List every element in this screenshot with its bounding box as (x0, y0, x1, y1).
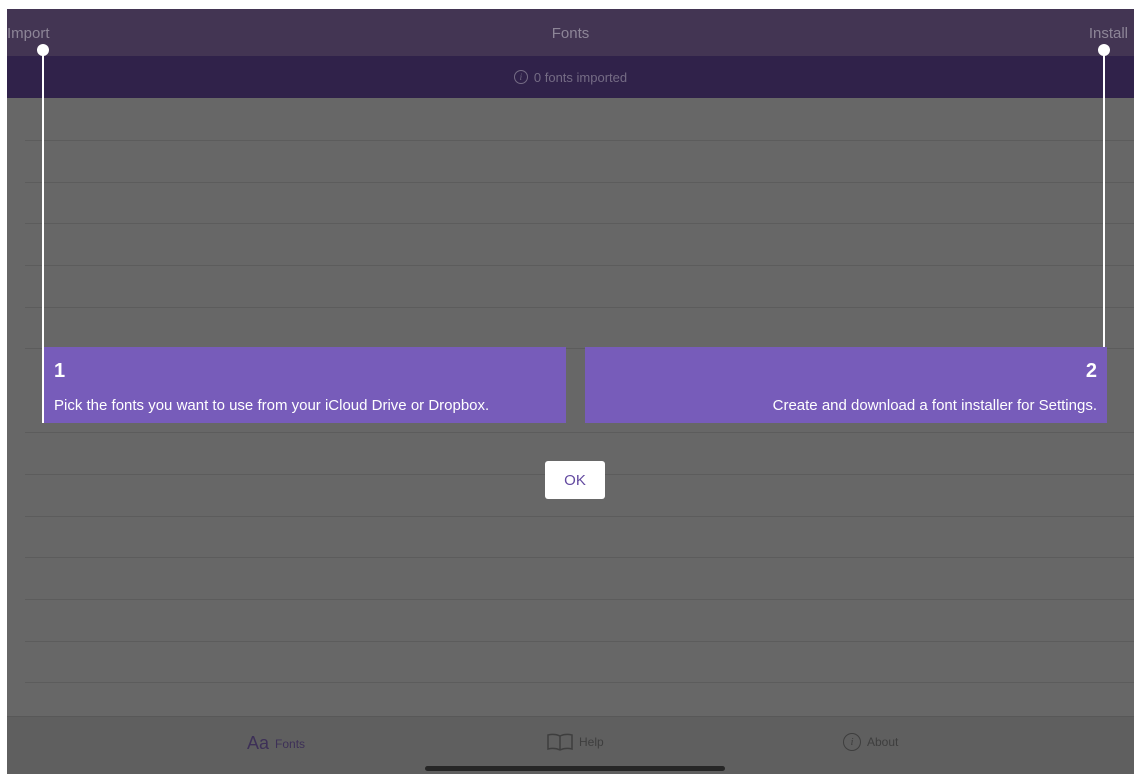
tab-help-label: Help (579, 735, 604, 749)
navigation-bar: Import Fonts Install (7, 9, 1134, 56)
list-divider (25, 307, 1134, 308)
list-divider (25, 432, 1134, 433)
step-2-number: 2 (1085, 360, 1097, 382)
book-icon (547, 733, 573, 751)
list-divider (25, 265, 1134, 266)
tab-about[interactable]: i About (843, 733, 898, 751)
home-indicator[interactable] (425, 766, 725, 771)
page-title: Fonts (551, 25, 590, 42)
tab-fonts-label: Fonts (275, 736, 306, 751)
list-divider (25, 557, 1134, 558)
import-status-bar: i 0 fonts imported (7, 56, 1134, 98)
ok-button[interactable]: OK (545, 461, 605, 499)
import-status-text: 0 fonts imported (533, 69, 628, 85)
step-1-number: 1 (54, 360, 66, 382)
list-divider (25, 140, 1134, 141)
list-divider (25, 682, 1134, 683)
tab-help[interactable]: Help (547, 733, 604, 751)
tab-fonts[interactable]: Aa Fonts (247, 733, 305, 754)
tab-bar: Aa Fonts Help i About (7, 716, 1134, 774)
onboarding-step-1: 1 Pick the fonts you want to use from yo… (44, 347, 566, 423)
list-divider (25, 182, 1134, 183)
step-1-text: Pick the fonts you want to use from your… (54, 397, 490, 414)
install-button[interactable]: Install (1089, 25, 1128, 42)
list-divider (25, 599, 1134, 600)
app-screen: Import Fonts Install i 0 fonts imported … (7, 9, 1134, 774)
tab-about-label: About (867, 735, 899, 749)
list-divider (25, 516, 1134, 517)
fonts-tab-icon: Aa (247, 733, 270, 753)
info-icon: i (513, 70, 528, 84)
info-icon: i (843, 733, 861, 751)
list-divider (25, 641, 1134, 642)
step-2-text: Create and download a font installer for… (772, 397, 1097, 414)
onboarding-step-2: 2 Create and download a font installer f… (585, 347, 1107, 423)
list-divider (25, 223, 1134, 224)
